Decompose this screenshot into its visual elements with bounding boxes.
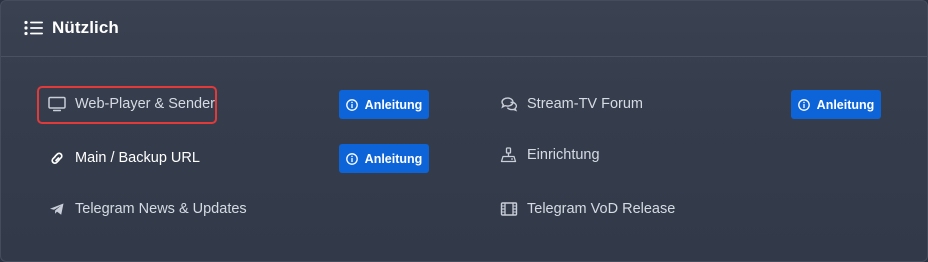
card-header: Nützlich	[1, 1, 927, 57]
info-icon	[797, 98, 810, 111]
telegram-icon	[48, 201, 66, 217]
link-label: Einrichtung	[527, 147, 600, 163]
link-label: Stream-TV Forum	[527, 96, 644, 112]
link-einrichtung[interactable]: Einrichtung	[500, 144, 600, 166]
button-label: Anleitung	[364, 151, 423, 166]
link-label: Main / Backup URL	[75, 150, 200, 166]
link-label: Telegram News & Updates	[75, 201, 247, 217]
link-icon	[48, 150, 66, 166]
link-label: Telegram VoD Release	[527, 201, 676, 217]
link-telegram-news[interactable]: Telegram News & Updates	[48, 198, 247, 220]
setup-icon	[500, 147, 518, 163]
link-telegram-vod[interactable]: Telegram VoD Release	[500, 198, 675, 220]
link-stream-tv-forum[interactable]: Stream-TV Forum	[500, 93, 643, 115]
anleitung-button-forum[interactable]: Anleitung	[791, 90, 881, 119]
info-icon	[345, 98, 358, 111]
list-icon	[24, 20, 43, 36]
info-icon	[345, 152, 358, 165]
link-label: Web-Player & Sender	[75, 96, 215, 112]
button-label: Anleitung	[364, 97, 423, 112]
link-web-player[interactable]: Web-Player & Sender	[48, 93, 215, 115]
button-label: Anleitung	[816, 97, 875, 112]
anleitung-button-web-player[interactable]: Anleitung	[339, 90, 429, 119]
link-main-backup-url[interactable]: Main / Backup URL	[48, 147, 200, 169]
film-icon	[500, 201, 518, 217]
anleitung-button-main-backup[interactable]: Anleitung	[339, 144, 429, 173]
monitor-icon	[48, 96, 66, 112]
card-title: Nützlich	[52, 18, 119, 37]
comments-icon	[500, 96, 518, 112]
useful-links-card: Nützlich Web-Player & Sender Main / Back…	[0, 0, 928, 262]
